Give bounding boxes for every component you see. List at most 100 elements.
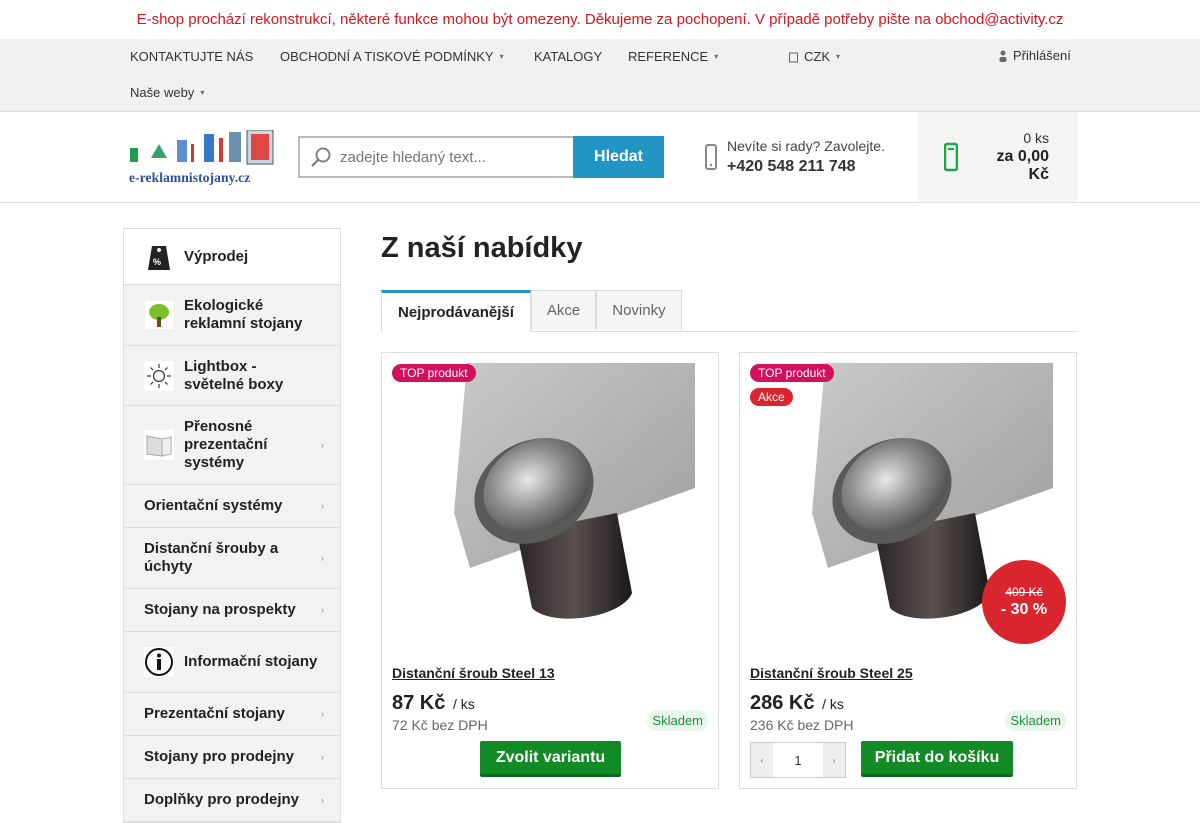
product-name[interactable]: Distanční šroub Steel 13: [392, 665, 555, 681]
cart-widget[interactable]: 0 ks za 0,00 Kč: [918, 112, 1078, 202]
tab-new[interactable]: Novinky: [596, 290, 682, 330]
category-item-presentation-stands[interactable]: Prezentační stojany ›: [124, 693, 340, 736]
maintenance-notice: E-shop prochází rekonstrukcí, některé fu…: [136, 11, 1064, 28]
phone-help: Nevíte si rady? Zavolejte. +420 548 211 …: [705, 138, 885, 176]
logo-stands-graphic: [130, 129, 274, 165]
login-label: Přihlášení: [1013, 48, 1071, 63]
product-image[interactable]: [392, 363, 695, 626]
category-label: Přenosné prezentační systémy: [184, 418, 268, 471]
chevron-right-icon: ›: [321, 752, 324, 762]
badge-top-product: TOP produkt: [750, 364, 834, 382]
search-form: Hledat: [298, 136, 664, 178]
tab-bestsellers[interactable]: Nejprodávanější: [381, 290, 531, 332]
category-item-orientation-systems[interactable]: Orientační systémy ›: [124, 485, 340, 528]
category-item-eco-stands[interactable]: Ekologické reklamní stojany: [124, 285, 340, 346]
quantity-stepper: ‹ 1 ›: [750, 742, 846, 778]
category-label: Ekologické reklamní stojany: [184, 297, 303, 332]
discount-percent: - 30 %: [1000, 601, 1048, 618]
nav-terms-label: OBCHODNÍ A TISKOVÉ PODMÍNKY: [280, 49, 494, 64]
add-to-cart-button[interactable]: Přidat do košíku: [861, 741, 1013, 777]
stock-status: Skladem: [1005, 710, 1066, 731]
product-price: 286 Kč / ks: [750, 692, 844, 715]
nav-terms[interactable]: OBCHODNÍ A TISKOVÉ PODMÍNKY ▾: [280, 49, 504, 64]
svg-text:%: %: [153, 257, 161, 267]
top-navigation: KONTAKTUJTE NÁS OBCHODNÍ A TISKOVÉ PODMÍ…: [0, 39, 1200, 112]
decrease-quantity-button[interactable]: ‹: [751, 743, 773, 777]
tab-sale[interactable]: Akce: [530, 290, 597, 330]
category-item-info-stands[interactable]: Informační stojany: [124, 632, 340, 693]
cart-count: 0 ks: [1023, 130, 1049, 146]
nav-references-label: REFERENCE: [628, 49, 709, 64]
category-label: Stojany na prospekty: [144, 601, 296, 618]
nav-our-sites[interactable]: Naše weby ▾: [130, 85, 204, 100]
chevron-right-icon: ›: [321, 501, 324, 511]
stock-status: Skladem: [647, 710, 708, 731]
search-field: [298, 136, 573, 178]
category-label: Doplňky pro prodejny: [144, 791, 300, 808]
price-unit: / ks: [822, 696, 844, 712]
price-unit: / ks: [452, 696, 475, 712]
nav-catalogs-label: KATALOGY: [534, 49, 603, 64]
product-price: 87 Kč / ks: [392, 692, 475, 715]
badge-sale: Akce: [750, 388, 793, 406]
category-label: Orientační systémy: [144, 497, 283, 514]
price-value: 286 Kč: [750, 692, 815, 714]
cart-icon: [944, 142, 958, 172]
chevron-right-icon: ›: [321, 709, 324, 719]
category-item-shop-accessories[interactable]: Doplňky pro prodejny ›: [124, 779, 340, 822]
sun-icon: [144, 360, 174, 391]
product-tabs: Nejprodávanější Akce Novinky: [381, 290, 1078, 332]
price-value: 87 Kč: [392, 692, 446, 714]
user-icon: [999, 50, 1007, 62]
display-icon: [144, 430, 174, 460]
discount-badge: 409 Kč - 30 %: [982, 560, 1066, 644]
phone-number[interactable]: +420 548 211 748: [727, 158, 885, 176]
chevron-down-icon: ▾: [836, 52, 841, 61]
category-item-vyprodej[interactable]: % Výprodej: [124, 229, 340, 285]
nav-catalogs[interactable]: KATALOGY: [534, 49, 602, 64]
net-price: 236 Kč bez DPH: [750, 717, 854, 733]
product-card: TOP produkt Distanční šroub Steel 13 87 …: [381, 352, 719, 789]
search-input[interactable]: [340, 148, 560, 166]
category-item-lightbox[interactable]: Lightbox - světelné boxy: [124, 346, 340, 406]
chevron-down-icon: ▾: [714, 52, 719, 61]
nav-contact-label: KONTAKTUJTE NÁS: [130, 49, 254, 64]
info-icon: [144, 647, 174, 677]
quantity-input[interactable]: 1: [773, 743, 823, 777]
site-logo[interactable]: e-reklamnistojany.cz: [129, 129, 277, 186]
search-button[interactable]: Hledat: [573, 136, 664, 178]
site-header: e-reklamnistojany.cz Hledat Nevíte si ra…: [0, 112, 1200, 203]
logo-text: e-reklamnistojany.cz: [129, 170, 251, 185]
category-item-shop-stands[interactable]: Stojany pro prodejny ›: [124, 736, 340, 779]
tree-icon: [144, 300, 174, 330]
old-price: 409 Kč: [1005, 585, 1043, 599]
category-label: Stojany pro prodejny: [144, 748, 295, 765]
page-title: Z naší nabídky: [381, 232, 583, 264]
net-price: 72 Kč bez DPH: [392, 717, 488, 733]
chevron-right-icon: ›: [321, 440, 324, 450]
currency-label: CZK: [804, 49, 830, 64]
category-label: Distanční šrouby a úchyty: [144, 540, 279, 575]
category-item-brochure-stands[interactable]: Stojany na prospekty ›: [124, 589, 340, 632]
nav-contact[interactable]: KONTAKTUJTE NÁS: [130, 49, 253, 64]
login-link[interactable]: Přihlášení: [999, 48, 1071, 63]
search-icon: [311, 147, 331, 167]
category-label: Lightbox - světelné boxy: [184, 357, 284, 393]
category-label: Prezentační stojany: [144, 705, 285, 722]
badge-top-product: TOP produkt: [392, 364, 476, 382]
increase-quantity-button[interactable]: ›: [823, 743, 845, 777]
mobile-phone-icon: [705, 144, 717, 170]
currency-selector[interactable]: CZK ▾: [789, 49, 840, 64]
nav-references[interactable]: REFERENCE ▾: [628, 49, 718, 64]
chevron-right-icon: ›: [321, 795, 324, 805]
category-item-standoffs[interactable]: Distanční šrouby a úchyty ›: [124, 528, 340, 589]
category-label: Výprodej: [184, 247, 249, 265]
product-card: TOP produkt Akce 409 Kč - 30 % Distanční…: [739, 352, 1077, 789]
chevron-down-icon: ▾: [200, 88, 205, 97]
choose-variant-button[interactable]: Zvolit variantu: [480, 741, 621, 777]
category-item-portable-systems[interactable]: Přenosné prezentační systémy ›: [124, 406, 340, 485]
chevron-right-icon: ›: [321, 605, 324, 615]
product-name[interactable]: Distanční šroub Steel 25: [750, 665, 913, 681]
chevron-right-icon: ›: [321, 553, 324, 563]
wallet-icon: [789, 52, 798, 62]
